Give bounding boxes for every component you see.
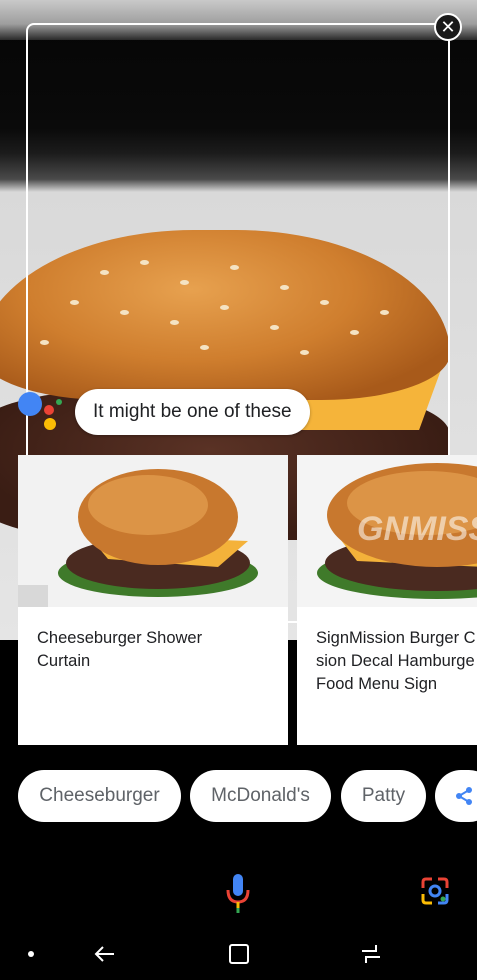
- back-icon[interactable]: [92, 941, 118, 967]
- mic-button[interactable]: [225, 874, 251, 914]
- result-title: SignMission Burger C sion Decal Hamburge…: [316, 629, 476, 693]
- assistant-message-bubble: It might be one of these: [75, 389, 310, 435]
- assistant-dots-icon: [18, 392, 68, 432]
- navigation-bar: [0, 930, 477, 980]
- share-icon: [456, 787, 472, 805]
- share-chip[interactable]: [435, 770, 477, 822]
- lens-button[interactable]: [420, 876, 450, 906]
- home-icon[interactable]: [226, 941, 252, 967]
- result-image: GNMISS: [297, 455, 477, 607]
- recents-icon[interactable]: [358, 941, 384, 967]
- result-card[interactable]: Cheeseburger Shower Curtain: [18, 455, 288, 745]
- chip-patty[interactable]: Patty: [341, 770, 426, 822]
- result-title: Cheeseburger Shower Curtain: [37, 629, 203, 670]
- suggestion-chips[interactable]: Cheeseburger McDonald's Patty: [18, 770, 477, 822]
- microphone-icon: [226, 874, 250, 913]
- svg-text:GNMISS: GNMISS: [357, 510, 477, 548]
- lens-icon: [421, 877, 449, 905]
- chip-mcdonalds[interactable]: McDonald's: [190, 770, 331, 822]
- chip-cheeseburger[interactable]: Cheeseburger: [18, 770, 181, 822]
- close-button[interactable]: ✕: [434, 13, 462, 41]
- result-card[interactable]: GNMISS SignMission Burger C sion Decal H…: [297, 455, 477, 745]
- results-carousel[interactable]: Cheeseburger Shower Curtain GNMISS SignM…: [18, 455, 477, 745]
- close-icon: ✕: [440, 17, 456, 37]
- nav-dot-icon[interactable]: [26, 949, 36, 959]
- result-image: [18, 455, 288, 607]
